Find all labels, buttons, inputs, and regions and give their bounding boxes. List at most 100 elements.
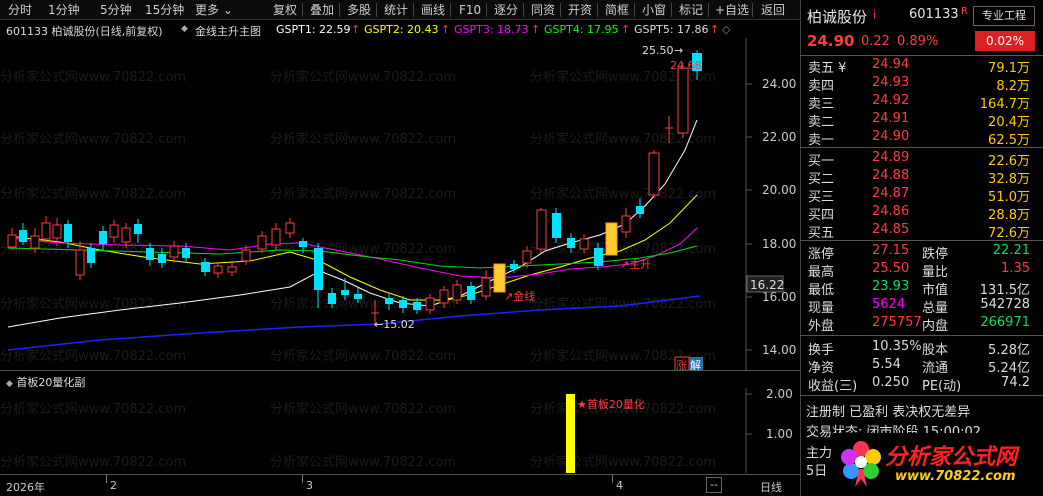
draw-line-button[interactable]: 画线 bbox=[421, 2, 445, 18]
mark-button[interactable]: 标记 bbox=[679, 2, 703, 18]
candle bbox=[19, 223, 27, 245]
diamond-icon[interactable]: ◆ bbox=[181, 24, 188, 34]
toolbar-divider bbox=[339, 3, 340, 17]
bid-row: 买五 24.85 72.6万 bbox=[808, 222, 1030, 241]
watermark-text: 分析家公式网www.70822.com bbox=[0, 69, 186, 85]
x-tick-label: 3 bbox=[306, 479, 313, 492]
indicator-name[interactable]: 金线主升主图 bbox=[195, 23, 261, 39]
kline-chart[interactable]: 分析家公式网www.70822.com 分析家公式网www.70822.com … bbox=[0, 38, 800, 370]
candle bbox=[467, 282, 475, 304]
watermark-text: 分析家公式网www.70822.com bbox=[270, 401, 456, 417]
stat-row: 净资 5.54 流通 5.24亿 bbox=[808, 357, 1030, 376]
divider bbox=[800, 395, 1043, 396]
bid-row: 买三 24.87 51.0万 bbox=[808, 186, 1030, 205]
x-tick-label: 2 bbox=[110, 479, 117, 492]
sub-y-tick: 1.00 bbox=[766, 427, 793, 441]
x-tick-label: 4 bbox=[616, 479, 623, 492]
toolbar-divider bbox=[708, 3, 709, 17]
stock-name: 柏诚股份 bbox=[807, 8, 868, 26]
y-axis-ticks: 24.00 22.00 20.00 18.00 16.00 14.00 bbox=[762, 77, 796, 357]
period-minute-tab[interactable]: 分时 bbox=[8, 2, 32, 18]
candle bbox=[452, 280, 462, 304]
sub-indicator-chart[interactable]: 分析家公式网www.70822.com 分析家公式网www.70822.com … bbox=[0, 388, 800, 473]
bid-row: 买一 24.89 22.6万 bbox=[808, 150, 1030, 169]
watermark-text: 分析家公式网www.70822.com bbox=[0, 131, 186, 147]
flower-logo-icon bbox=[841, 441, 881, 487]
period-5min-tab[interactable]: 5分钟 bbox=[100, 2, 132, 18]
watermark-layer: 分析家公式网www.70822.com 分析家公式网www.70822.com … bbox=[0, 69, 716, 364]
watermark-text: 分析家公式网www.70822.com bbox=[270, 348, 456, 364]
r-badge: R bbox=[961, 6, 968, 17]
period-label[interactable]: 日线 bbox=[760, 479, 782, 495]
watermark-text: 分析家公式网www.70822.com bbox=[530, 186, 716, 202]
period-15min-tab[interactable]: 15分钟 bbox=[145, 2, 184, 18]
stats-button[interactable]: 统计 bbox=[384, 2, 408, 18]
panel-divider bbox=[0, 370, 800, 371]
y-tick-label: 14.00 bbox=[762, 343, 796, 357]
jinxian-signal: ↗金线 bbox=[504, 289, 535, 303]
price-change-pct: 0.89% bbox=[897, 34, 939, 49]
watermark-text: 分析家公式网www.70822.com bbox=[270, 186, 456, 202]
zhusheng-signal: ↗主升 bbox=[620, 258, 651, 271]
toolbar-divider bbox=[413, 3, 414, 17]
watermark-text: 分析家公式网www.70822.com bbox=[270, 69, 456, 85]
y-tick-label: 20.00 bbox=[762, 183, 796, 197]
tick-by-minute-button[interactable]: 逐分 bbox=[494, 2, 518, 18]
add-watchlist-button[interactable]: +自选 bbox=[715, 2, 749, 18]
toolbar-divider bbox=[450, 3, 451, 17]
info-icon[interactable]: i bbox=[873, 8, 876, 22]
open-capital-button[interactable]: 开资 bbox=[568, 2, 592, 18]
candle bbox=[227, 263, 237, 276]
indicator-info-line: 601133 柏诚股份(日线,前复权) ◆ 金线主升主图 GSPT1: 22.5… bbox=[0, 21, 745, 38]
pro-button[interactable]: 专业工程 bbox=[973, 6, 1035, 26]
x-tick-mark bbox=[106, 475, 107, 483]
y-tick-label: 18.00 bbox=[762, 237, 796, 251]
watermark-text: 分析家公式网www.70822.com bbox=[0, 454, 186, 470]
bid-row: 买二 24.88 32.8万 bbox=[808, 168, 1030, 187]
watermark-layer: 分析家公式网www.70822.com 分析家公式网www.70822.com … bbox=[0, 401, 716, 470]
signal-label: ★首板20量化 bbox=[577, 397, 645, 411]
up-arrow-icon: ↑ bbox=[441, 23, 451, 36]
stock-code: 601133 bbox=[909, 7, 959, 22]
stat-row: 最高 25.50 量比 1.35 bbox=[808, 261, 1030, 280]
candle bbox=[213, 262, 223, 278]
stat-row: 涨停 27.15 跌停 22.21 bbox=[808, 243, 1030, 262]
settings-diamond-icon[interactable]: ◇ bbox=[722, 23, 730, 36]
main-force-label: 主力 bbox=[806, 446, 833, 461]
more-periods-dropdown[interactable]: 更多 ⌄ bbox=[195, 2, 233, 18]
price-tag-label: 24.68 bbox=[670, 59, 702, 72]
ask-row: 卖五 ¥ 24.94 79.1万 bbox=[808, 57, 1030, 76]
overlay-button[interactable]: 叠加 bbox=[310, 2, 334, 18]
back-button[interactable]: 返回 bbox=[761, 2, 785, 18]
small-window-button[interactable]: 小窗 bbox=[642, 2, 666, 18]
simple-frame-button[interactable]: 简框 bbox=[605, 2, 629, 18]
toolbar-divider bbox=[302, 3, 303, 17]
candle bbox=[7, 228, 17, 250]
divider bbox=[800, 147, 1043, 148]
x-tick-label: 2026年 bbox=[6, 481, 45, 494]
top-toolbar: 分时 1分钟 5分钟 15分钟 更多 ⌄ 复权 叠加 多股 统计 画线 F10 … bbox=[0, 0, 800, 20]
same-capital-button[interactable]: 同资 bbox=[531, 2, 555, 18]
up-arrow-icon: ↑ bbox=[710, 23, 720, 36]
x-axis: 2026年 2 3 4 -- 日线 bbox=[0, 474, 800, 496]
fuquan-button[interactable]: 复权 bbox=[273, 2, 297, 18]
x-tick-mark bbox=[612, 475, 613, 483]
zhang-badge[interactable]: 涨 bbox=[674, 356, 690, 370]
stat-row: 最低 23.93 市值 131.5亿 bbox=[808, 279, 1030, 298]
period-1min-tab[interactable]: 1分钟 bbox=[48, 2, 80, 18]
toolbar-divider bbox=[752, 3, 753, 17]
signal-candle-gold bbox=[493, 263, 506, 293]
multi-stock-button[interactable]: 多股 bbox=[347, 2, 371, 18]
jie-badge[interactable]: 解 bbox=[689, 357, 703, 370]
gspt1-line bbox=[7, 119, 698, 328]
gspt4-value: GSPT4: 17.95 bbox=[544, 23, 619, 36]
f10-button[interactable]: F10 bbox=[459, 2, 481, 18]
divider bbox=[800, 335, 1043, 336]
price-change: 0.22 bbox=[861, 34, 890, 49]
candle bbox=[41, 216, 51, 243]
nav-button[interactable]: -- bbox=[706, 477, 722, 493]
divider bbox=[800, 240, 1043, 241]
toolbar-divider bbox=[671, 3, 672, 17]
toolbar-divider bbox=[634, 3, 635, 17]
candle bbox=[285, 218, 295, 238]
